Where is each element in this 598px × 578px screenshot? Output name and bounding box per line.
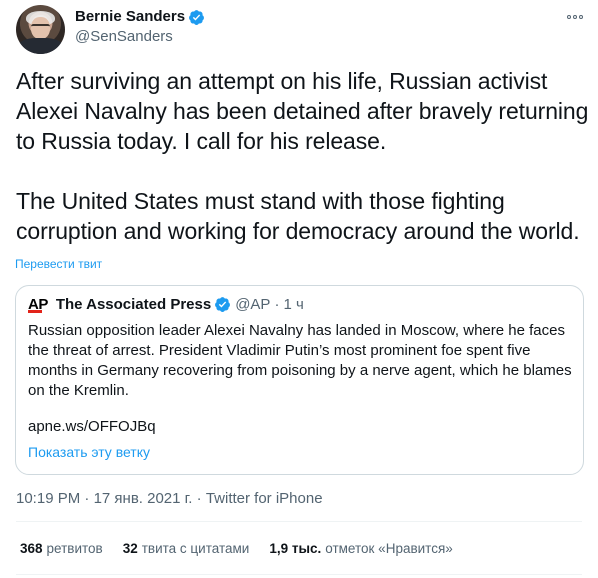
divider xyxy=(16,521,582,522)
likes-label: отметок «Нравится» xyxy=(325,541,453,556)
author-avatar[interactable] xyxy=(16,5,65,54)
tweet-card: Bernie Sanders @SenSanders After survivi… xyxy=(0,0,598,578)
quote-tweets-count: 32 xyxy=(122,541,138,556)
ap-logo: AP xyxy=(28,296,48,313)
author-display-name[interactable]: Bernie Sanders xyxy=(75,8,185,26)
separator-dot: · xyxy=(84,490,90,507)
quoted-tweet-text: Russian opposition leader Alexei Navalny… xyxy=(28,322,572,399)
tweet-paragraph-1: After surviving an attempt on his life, … xyxy=(16,68,589,154)
show-thread-link[interactable]: Показать эту ветку xyxy=(28,443,150,461)
more-options-icon[interactable] xyxy=(565,8,585,26)
quote-tweets-stat[interactable]: 32 твита с цитатами xyxy=(123,540,250,558)
likes-stat[interactable]: 1,9 тыс. отметок «Нравится» xyxy=(269,540,452,558)
quote-tweets-label: твита с цитатами xyxy=(141,541,250,556)
verified-badge-icon xyxy=(215,297,231,312)
translate-tweet-link[interactable]: Перевести твит xyxy=(15,257,102,272)
tweet-meta: 10:19 PM · 17 янв. 2021 г. · Twitter for… xyxy=(16,490,323,508)
retweets-label: ретвитов xyxy=(46,541,103,556)
quoted-display-name[interactable]: The Associated Press xyxy=(56,296,211,313)
separator-dot: · xyxy=(196,490,202,507)
divider xyxy=(16,574,582,575)
quoted-tweet-header: AP The Associated Press @AP · 1 ч xyxy=(28,296,304,313)
quoted-timestamp[interactable]: 1 ч xyxy=(283,296,303,313)
tweet-paragraph-2: The United States must stand with those … xyxy=(16,188,580,244)
author-handle[interactable]: @SenSanders xyxy=(75,28,173,46)
retweets-stat[interactable]: 368 ретвитов xyxy=(20,540,103,558)
retweets-count: 368 xyxy=(20,541,43,556)
tweet-time[interactable]: 10:19 PM xyxy=(16,490,80,507)
tweet-date[interactable]: 17 янв. 2021 г. xyxy=(94,490,193,507)
tweet-text: After surviving an attempt on his life, … xyxy=(16,66,591,276)
quoted-handle[interactable]: @AP xyxy=(235,296,270,313)
quoted-tweet[interactable]: AP The Associated Press @AP · 1 ч Russia… xyxy=(15,285,584,475)
quoted-link[interactable]: apne.ws/OFFOJBq xyxy=(28,417,156,437)
tweet-source[interactable]: Twitter for iPhone xyxy=(206,490,323,507)
engagement-stats: 368 ретвитов 32 твита с цитатами 1,9 тыс. о… xyxy=(20,540,473,558)
likes-count: 1,9 тыс. xyxy=(269,541,322,556)
author-name-row[interactable]: Bernie Sanders xyxy=(75,8,205,26)
separator-dot: · xyxy=(274,296,280,313)
verified-badge-icon xyxy=(189,9,204,25)
